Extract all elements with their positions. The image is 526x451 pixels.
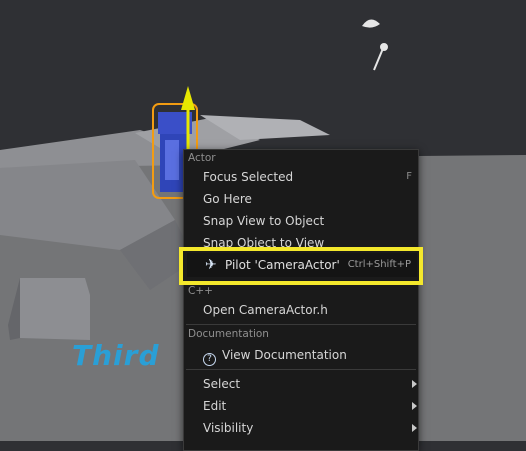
- menu-item-snap-view[interactable]: Snap View to Object: [203, 211, 418, 231]
- menu-separator: [186, 324, 416, 325]
- airplane-icon: ✈: [205, 257, 217, 273]
- menu-item-edit[interactable]: Edit: [203, 396, 418, 416]
- menu-item-label: Snap View to Object: [203, 214, 325, 228]
- viewport-text-third: Third: [72, 339, 160, 372]
- menu-item-label: Pilot 'CameraActor': [225, 258, 340, 272]
- shortcut-pilot: Ctrl+Shift+P: [347, 259, 411, 270]
- menu-item-select[interactable]: Select: [203, 374, 418, 394]
- menu-item-pilot[interactable]: ✈ Pilot 'CameraActor' Ctrl+Shift+P: [187, 253, 417, 277]
- section-header-documentation: Documentation: [188, 328, 269, 340]
- menu-item-open-header[interactable]: Open CameraActor.h: [203, 300, 418, 320]
- submenu-arrow-icon: [412, 380, 417, 388]
- menu-item-label: Go Here: [203, 192, 252, 206]
- context-menu: Actor Focus Selected F Go Here Snap View…: [183, 149, 419, 451]
- help-circle-icon: ?: [203, 353, 216, 366]
- menu-item-view-documentation[interactable]: ? View Documentation: [203, 345, 418, 366]
- light-icon[interactable]: [362, 19, 388, 71]
- menu-item-label: View Documentation: [222, 348, 347, 362]
- menu-item-label: Select: [203, 377, 241, 391]
- menu-item-visibility[interactable]: Visibility: [203, 418, 418, 438]
- menu-item-label: Focus Selected: [203, 170, 294, 184]
- section-header-cpp: C++: [188, 285, 213, 297]
- menu-item-label: Edit: [203, 399, 227, 413]
- menu-item-label: Open CameraActor.h: [203, 303, 328, 317]
- section-header-actor: Actor: [188, 152, 216, 164]
- shortcut-focus-selected: F: [406, 171, 412, 182]
- menu-item-go-here[interactable]: Go Here: [203, 189, 418, 209]
- block-front: [20, 278, 90, 340]
- submenu-arrow-icon: [412, 402, 417, 410]
- menu-item-focus-selected[interactable]: Focus Selected F: [203, 167, 418, 187]
- submenu-arrow-icon: [412, 424, 417, 432]
- menu-item-label: Visibility: [203, 421, 254, 435]
- menu-separator: [186, 369, 416, 370]
